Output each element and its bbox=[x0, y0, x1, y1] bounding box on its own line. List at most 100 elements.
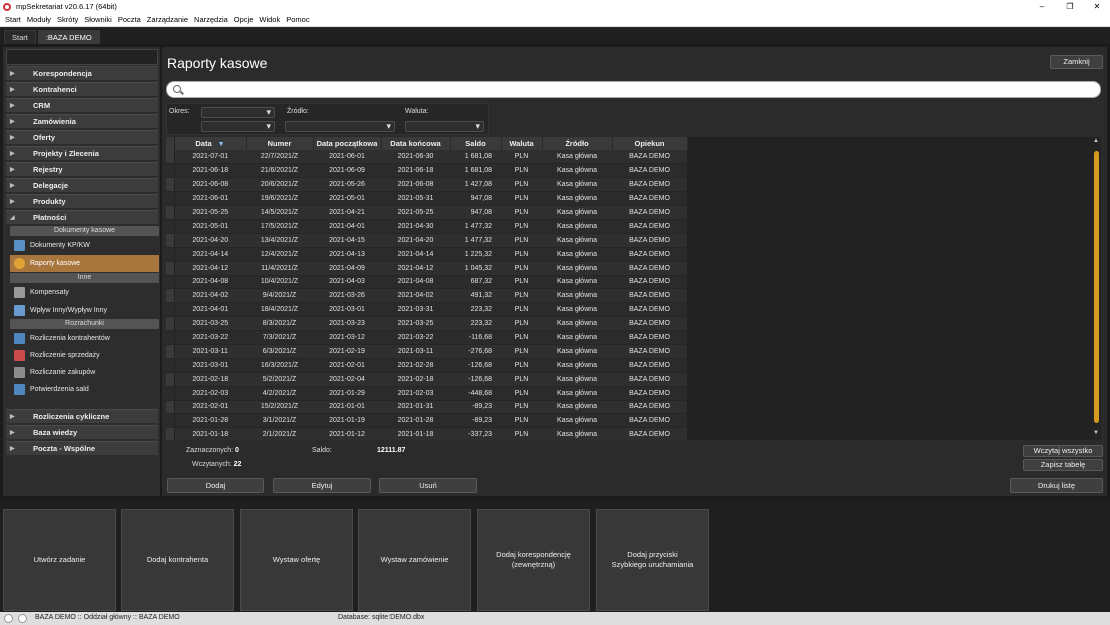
table-scrollbar[interactable]: ▲ ▼ bbox=[1091, 137, 1101, 440]
menu-zarzadzanie[interactable]: Zarządzanie bbox=[147, 15, 188, 24]
row-selector[interactable] bbox=[166, 372, 175, 387]
row-selector[interactable] bbox=[166, 261, 175, 276]
close-window-button[interactable]: ✕ bbox=[1080, 0, 1110, 13]
column-header-numer[interactable]: Numer bbox=[246, 137, 314, 150]
sidebar-group-delegacje[interactable]: ▶ Delegacje bbox=[6, 178, 158, 192]
table-row[interactable]: 2021-04-20 13/4/2021/Z 2021-04-15 2021-04-2… bbox=[166, 233, 687, 248]
row-selector[interactable] bbox=[166, 177, 175, 193]
load-all-button[interactable]: Wczytaj wszystko bbox=[1023, 445, 1103, 457]
close-module-button[interactable]: Zamknij bbox=[1050, 55, 1103, 69]
table-row[interactable]: 2021-04-14 12/4/2021/Z 2021-04-13 2021-04-1… bbox=[166, 247, 687, 262]
table-row[interactable]: 2021-04-01 18/4/2021/Z 2021-03-01 2021-03-3… bbox=[166, 302, 687, 318]
row-selector[interactable] bbox=[166, 413, 175, 429]
menu-poczta[interactable]: Poczta bbox=[118, 15, 141, 24]
row-selector[interactable] bbox=[166, 330, 175, 345]
table-row[interactable]: 2021-06-01 19/6/2021/Z 2021-05-01 2021-05-3… bbox=[166, 191, 687, 207]
table-row[interactable]: 2021-07-01 22/7/2021/Z 2021-06-01 2021-06-3… bbox=[166, 150, 687, 165]
row-selector[interactable] bbox=[166, 247, 175, 262]
table-row[interactable]: 2021-04-12 11/4/2021/Z 2021-04-09 2021-04-1… bbox=[166, 261, 687, 276]
column-header-zrodlo[interactable]: Źródło bbox=[542, 137, 613, 150]
sidebar-item-dokumenty-kpkw[interactable]: Dokumenty KP/KW bbox=[10, 237, 159, 254]
column-header-data-poczatkowa[interactable]: Data początkowa bbox=[313, 137, 382, 150]
row-selector[interactable] bbox=[166, 288, 175, 304]
row-selector[interactable] bbox=[166, 400, 175, 415]
sidebar-item-rozliczanie-zakupow[interactable]: Rozliczanie zakupów bbox=[10, 364, 159, 381]
sidebar-item-rozliczenia-kontrahentow[interactable]: Rozliczenia kontrahentów bbox=[10, 330, 159, 347]
row-selector[interactable] bbox=[166, 275, 175, 290]
tab-baza-demo[interactable]: :BAZA DEMO bbox=[37, 30, 100, 44]
table-row[interactable]: 2021-03-11 6/3/2021/Z 2021-02-19 2021-03-11… bbox=[166, 344, 687, 359]
menu-moduly[interactable]: Moduły bbox=[27, 15, 51, 24]
row-selector[interactable] bbox=[166, 316, 175, 332]
menu-start[interactable]: Start bbox=[5, 15, 21, 24]
table-row[interactable]: 2021-05-01 17/5/2021/Z 2021-04-01 2021-04-3… bbox=[166, 219, 687, 234]
row-selector[interactable] bbox=[166, 233, 175, 248]
menu-pomoc[interactable]: Pomoc bbox=[286, 15, 309, 24]
table-row[interactable]: 2021-01-28 3/1/2021/Z 2021-01-19 2021-01-28… bbox=[166, 413, 687, 429]
tile-utworz-zadanie[interactable]: Utwórz zadanie bbox=[3, 509, 116, 611]
tab-start[interactable]: Start bbox=[4, 30, 36, 44]
scroll-up-icon[interactable]: ▲ bbox=[1093, 138, 1099, 144]
tile-dodaj-kontrahenta[interactable]: Dodaj kontrahenta bbox=[121, 509, 234, 611]
column-header-data[interactable]: Data ▼ bbox=[174, 137, 247, 150]
tile-dodaj-przyciski[interactable]: Dodaj przyciski Szybkiego uruchamiania bbox=[596, 509, 709, 611]
row-selector[interactable] bbox=[166, 150, 175, 165]
sidebar-group-produkty[interactable]: ▶ Produkty bbox=[6, 194, 158, 208]
table-row[interactable]: 2021-02-18 5/2/2021/Z 2021-02-04 2021-02-18… bbox=[166, 372, 687, 387]
table-row[interactable]: 2021-03-22 7/3/2021/Z 2021-03-12 2021-03-22… bbox=[166, 330, 687, 345]
row-selector[interactable] bbox=[166, 219, 175, 234]
delete-button[interactable]: Usuń bbox=[379, 478, 477, 493]
sidebar-search-input[interactable] bbox=[6, 49, 158, 65]
row-selector[interactable] bbox=[166, 427, 175, 440]
table-row[interactable]: 2021-03-25 8/3/2021/Z 2021-03-23 2021-03-25… bbox=[166, 316, 687, 332]
tile-wystaw-oferte[interactable]: Wystaw ofertę bbox=[240, 509, 353, 611]
tile-wystaw-zamowienie[interactable]: Wystaw zamówienie bbox=[358, 509, 471, 611]
menu-skroty[interactable]: Skróty bbox=[57, 15, 78, 24]
scrollbar-thumb[interactable] bbox=[1094, 151, 1099, 423]
table-row[interactable]: 2021-04-08 10/4/2021/Z 2021-04-03 2021-04-0… bbox=[166, 275, 687, 290]
edit-button[interactable]: Edytuj bbox=[273, 478, 371, 493]
sidebar-group-platnosci[interactable]: ◢ Płatności bbox=[6, 210, 158, 224]
sidebar-item-raporty-kasowe[interactable]: Raporty kasowe bbox=[10, 255, 159, 272]
row-selector[interactable] bbox=[166, 302, 175, 318]
tile-dodaj-korespondencje[interactable]: Dodaj korespondencję (zewnętrzną) bbox=[477, 509, 590, 611]
sidebar-item-wplyw-inny[interactable]: Wpływ Inny/Wypływ Inny bbox=[10, 302, 159, 319]
menu-narzedzia[interactable]: Narzędzia bbox=[194, 15, 228, 24]
sidebar-group-rozliczenia-cykliczne[interactable]: ▶ Rozliczenia cykliczne bbox=[6, 409, 158, 423]
sidebar-group-crm[interactable]: ▶ CRM bbox=[6, 98, 158, 112]
waluta-select[interactable] bbox=[405, 121, 484, 132]
add-button[interactable]: Dodaj bbox=[167, 478, 264, 493]
sidebar-group-rejestry[interactable]: ▶ Rejestry bbox=[6, 162, 158, 176]
print-list-button[interactable]: Drukuj listę bbox=[1010, 478, 1103, 493]
sidebar-group-projekty[interactable]: ▶ Projekty i Zlecenia bbox=[6, 146, 158, 160]
row-selector[interactable] bbox=[166, 386, 175, 401]
menu-opcje[interactable]: Opcje bbox=[234, 15, 254, 24]
sidebar-group-poczta-wspolne[interactable]: ▶ Poczta - Wspólne bbox=[6, 441, 158, 455]
table-row[interactable]: 2021-01-18 2/1/2021/Z 2021-01-12 2021-01-18… bbox=[166, 427, 687, 440]
table-row[interactable]: 2021-03-01 16/3/2021/Z 2021-02-01 2021-02-2… bbox=[166, 358, 687, 373]
sidebar-group-baza-wiedzy[interactable]: ▶ Baza wiedzy bbox=[6, 425, 158, 439]
sidebar-group-oferty[interactable]: ▶ Oferty bbox=[6, 130, 158, 144]
table-row[interactable]: 2021-02-03 4/2/2021/Z 2021-01-29 2021-02-03… bbox=[166, 386, 687, 401]
table-row[interactable]: 2021-06-08 20/6/2021/Z 2021-05-26 2021-06-0… bbox=[166, 177, 687, 193]
okres-from-select[interactable] bbox=[201, 107, 275, 118]
okres-to-select[interactable] bbox=[201, 121, 275, 132]
save-table-button[interactable]: Zapisz tabelę bbox=[1023, 459, 1103, 471]
column-header-waluta[interactable]: Waluta bbox=[501, 137, 543, 150]
sidebar-group-kontrahenci[interactable]: ▶ Kontrahenci bbox=[6, 82, 158, 96]
sidebar-item-rozliczenie-sprzedazy[interactable]: Rozliczenie sprzedaży bbox=[10, 347, 159, 364]
sidebar-item-potwierdzenia-sald[interactable]: Potwierdzenia sald bbox=[10, 381, 159, 398]
row-selector[interactable] bbox=[166, 191, 175, 207]
column-header-data-koncowa[interactable]: Data końcowa bbox=[381, 137, 451, 150]
zrodlo-select[interactable] bbox=[285, 121, 395, 132]
sidebar-item-kompensaty[interactable]: Kompensaty bbox=[10, 284, 159, 301]
sidebar-group-zamowienia[interactable]: ▶ Zamówienia bbox=[6, 114, 158, 128]
menu-widok[interactable]: Widok bbox=[259, 15, 280, 24]
column-header-saldo[interactable]: Saldo bbox=[450, 137, 502, 150]
table-row[interactable]: 2021-06-18 21/6/2021/Z 2021-06-09 2021-06-1… bbox=[166, 163, 687, 179]
menu-slowniki[interactable]: Słowniki bbox=[84, 15, 112, 24]
row-selector[interactable] bbox=[166, 344, 175, 359]
scroll-down-icon[interactable]: ▼ bbox=[1093, 430, 1099, 436]
table-row[interactable]: 2021-05-25 14/5/2021/Z 2021-04-21 2021-05-2… bbox=[166, 205, 687, 220]
search-input[interactable] bbox=[166, 81, 1101, 98]
